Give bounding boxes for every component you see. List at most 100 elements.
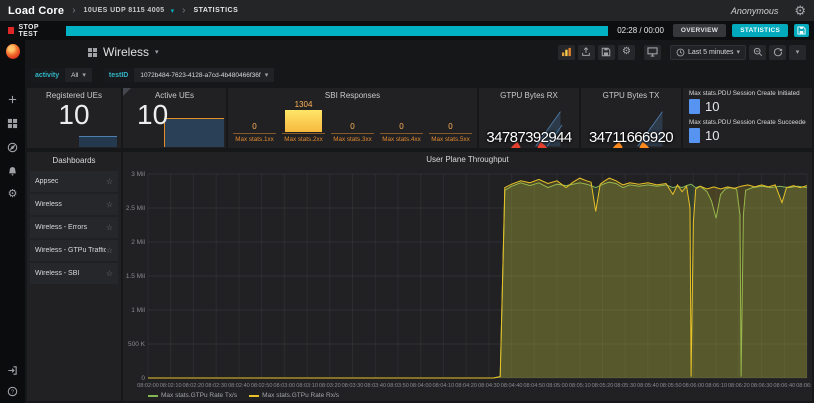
activity-filter-value[interactable]: All ▾ [65,68,92,82]
breadcrumb-test-name[interactable]: 10UES UDP 8115 4005 [84,7,165,14]
svg-text:08:03:00: 08:03:00 [273,383,295,389]
activity-caret-icon: ▾ [82,71,86,79]
star-icon[interactable]: ☆ [106,223,113,232]
gtpu-tx-value: 34711666920 [581,129,681,146]
bar-chart-icon [561,47,572,57]
sign-in-icon[interactable] [6,363,20,377]
monitor-icon [647,47,658,57]
pdu-stat-row: Max stats.PDU Session Create Succeeded 10 [683,117,812,143]
breadcrumb-caret-down-icon[interactable]: ▾ [171,7,175,15]
pdu-stat-label: Max stats.PDU Session Create Initiated [689,90,806,97]
stop-square-icon [8,27,14,34]
panel-title[interactable]: GTPU Bytes TX [581,88,681,100]
testid-value-text: 1072b484-7623-4128-a7cd-4b480466f36f [140,72,260,79]
pdu-stat-label: Max stats.PDU Session Create Succeeded [689,119,806,126]
panel-title[interactable]: SBI Responses [228,88,477,100]
refresh-caret-icon: ▾ [796,48,800,56]
sbi-label: Max stats.3xx [333,134,372,146]
configuration-gear-icon[interactable]: ⚙ [6,187,20,201]
refresh-interval-dropdown[interactable]: ▾ [789,45,806,60]
dashboard-list-item-label: Wireless - SBI [35,270,106,277]
alerting-bell-icon[interactable] [6,164,20,178]
dashboard-title[interactable]: Wireless [103,45,149,59]
svg-text:500 K: 500 K [128,341,146,348]
panel-title[interactable]: GTPU Bytes RX [479,88,579,100]
star-icon[interactable]: ☆ [106,177,113,186]
dashboard-settings-button[interactable]: ⚙ [618,45,635,60]
legend-color-dash [249,395,259,397]
svg-text:08:04:50: 08:04:50 [523,383,545,389]
refresh-button[interactable] [769,45,786,60]
panel-pdu-session-stats: Max stats.PDU Session Create Initiated 10… [683,88,812,148]
svg-text:08:04:20: 08:04:20 [455,383,477,389]
dashboards-list-title[interactable]: Dashboards [27,152,121,171]
svg-text:08:03:50: 08:03:50 [387,383,409,389]
active-ues-value: 10 [123,100,226,131]
dashboard-caret-down-icon[interactable]: ▾ [155,48,159,56]
testid-filter-value[interactable]: 1072b484-7623-4128-a7cd-4b480466f36f▾ [134,68,274,82]
zoom-out-time-button[interactable] [749,45,766,60]
sbi-bar-chart: 0Max stats.1xx1304Max stats.2xx0Max stat… [228,100,477,146]
dashboard-list-item-label: Wireless - Errors [35,224,106,231]
dashboard-list-item[interactable]: Wireless☆ [30,194,118,215]
overview-button[interactable]: OVERVIEW [673,24,726,37]
dashboard-title-block[interactable]: Wireless ▾ [88,45,159,59]
save-results-button[interactable] [794,24,809,37]
share-dashboard-button[interactable] [578,45,595,60]
svg-text:08:02:10: 08:02:10 [160,383,182,389]
elapsed-time: 02:28 / 00:00 [617,26,664,35]
dashboard-list-item-label: Appsec [35,178,106,185]
floppy-icon [601,47,611,57]
dashboard-list-item[interactable]: Wireless - GTPu Traffic☆ [30,240,118,261]
sbi-column: 0Max stats.5xx [428,100,473,146]
cycle-view-mode-button[interactable] [644,45,661,60]
grafana-logo[interactable] [6,44,20,58]
settings-gear-icon[interactable]: ⚙ [794,4,806,17]
svg-text:08:03:10: 08:03:10 [296,383,318,389]
star-icon[interactable]: ☆ [106,269,113,278]
refresh-icon [773,47,783,57]
create-plus-icon[interactable] [6,92,20,106]
test-progress-bar [66,26,608,36]
dashboard-list-item[interactable]: Appsec☆ [30,171,118,192]
chart-title[interactable]: User Plane Throughput [123,155,812,164]
stop-test-button[interactable]: STOP TEST [5,24,60,38]
legend-item[interactable]: Max stats.GTPu Rate Tx/s [148,392,237,399]
activity-value-text: All [71,72,78,79]
panel-active-ues: Active UEs 10 [123,88,226,148]
svg-text:1.5 Mil: 1.5 Mil [126,273,146,280]
chart-legend: Max stats.GTPu Rate Tx/s Max stats.GTPu R… [148,392,339,399]
legend-item[interactable]: Max stats.GTPu Rate Rx/s [249,392,339,399]
star-icon[interactable]: ☆ [106,200,113,209]
stop-test-label: STOP TEST [18,24,57,38]
testid-filter: testID 1072b484-7623-4128-a7cd-4b480466f… [104,68,274,82]
panel-dashboards-list: Dashboards Appsec☆Wireless☆Wireless - Er… [27,152,121,401]
legend-label: Max stats.GTPu Rate Rx/s [262,392,339,399]
throughput-chart[interactable]: 08:02:0008:02:1008:02:2008:02:3008:02:40… [123,152,812,401]
svg-text:2.5 Mil: 2.5 Mil [126,205,146,212]
svg-text:08:05:40: 08:05:40 [637,383,659,389]
dashboards-grid-icon[interactable] [6,116,20,130]
floppy-icon [797,26,806,35]
legend-color-dash [148,395,158,397]
grafana-logo-orb [6,44,20,59]
pdu-stat-value: 10 [705,128,719,143]
statistics-button[interactable]: STATISTICS [732,24,788,37]
sbi-label: Max stats.5xx [431,134,470,146]
svg-text:08:03:20: 08:03:20 [319,383,341,389]
svg-text:08:02:30: 08:02:30 [205,383,227,389]
dashboard-list-item[interactable]: Wireless - SBI☆ [30,263,118,284]
time-range-picker[interactable]: Last 5 minutes ▾ [670,45,746,60]
svg-text:?: ? [11,389,14,395]
save-dashboard-button[interactable] [598,45,615,60]
user-name[interactable]: Anonymous [731,6,779,16]
sbi-value: 0 [252,122,256,132]
help-icon[interactable]: ? [6,384,20,398]
panel-info-corner[interactable] [123,88,131,96]
sbi-value: 0 [399,122,403,132]
svg-text:08:05:00: 08:05:00 [546,383,568,389]
explore-compass-icon[interactable] [6,140,20,154]
add-panel-button[interactable] [558,45,575,60]
dashboard-list-item[interactable]: Wireless - Errors☆ [30,217,118,238]
star-icon[interactable]: ☆ [106,246,113,255]
